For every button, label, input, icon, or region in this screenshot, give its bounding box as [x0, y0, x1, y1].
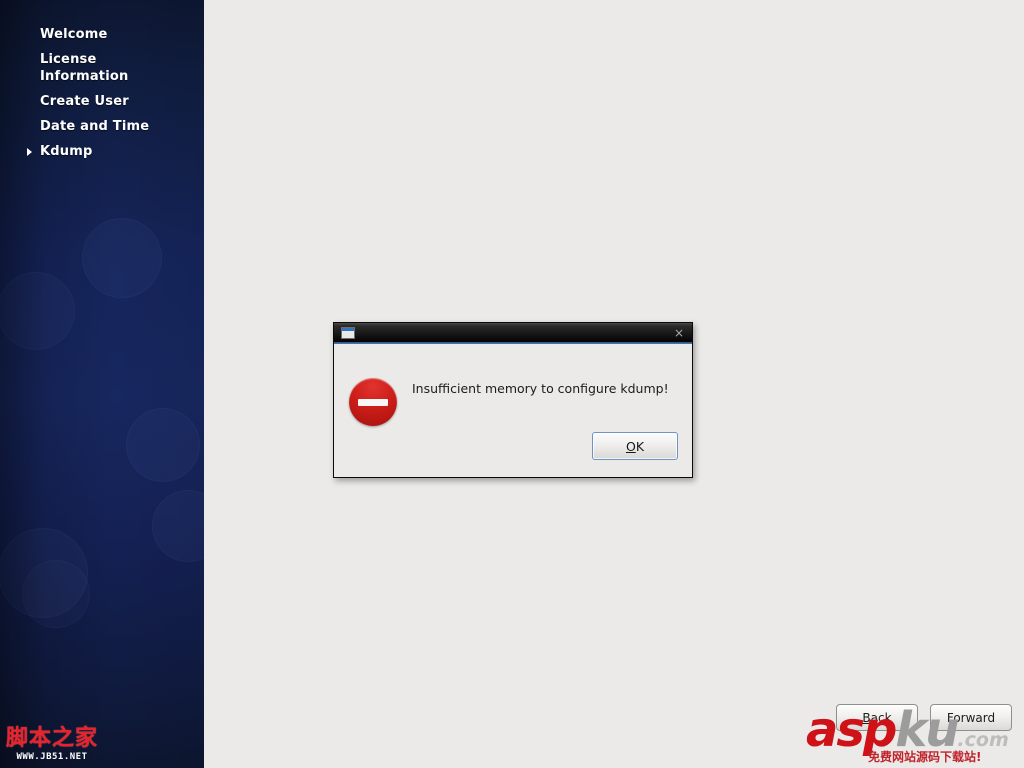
sidebar-item-label: License Information: [40, 52, 129, 84]
watermark-aspku-com: .com: [957, 729, 1009, 751]
watermark-jb51: 脚本之家 WWW.JB51.NET: [4, 728, 100, 762]
ok-button[interactable]: OK: [592, 432, 678, 460]
sidebar-item-label: Welcome: [40, 27, 108, 42]
window-icon: [341, 327, 355, 339]
back-button[interactable]: Back: [836, 704, 918, 731]
forward-button-label: Forward: [946, 710, 996, 725]
watermark-aspku-subtitle: 免费网站源码下载站!: [868, 750, 982, 764]
sidebar-item-kdump[interactable]: Kdump: [0, 141, 204, 162]
dialog-titlebar[interactable]: ×: [334, 323, 692, 344]
dialog-action-bar: OK: [592, 432, 678, 460]
decorative-bubble: [152, 490, 204, 562]
ok-button-mnemonic: O: [625, 438, 636, 454]
wizard-button-bar: Back Forward: [836, 704, 1012, 731]
installer-screen: Welcome License Information Create User …: [0, 0, 1024, 768]
ok-button-label: K: [635, 438, 645, 454]
decorative-bubble: [82, 218, 162, 298]
sidebar-item-label: Create User: [40, 94, 129, 109]
dialog-message: Insufficient memory to configure kdump!: [412, 381, 669, 396]
back-button-mnemonic: B: [862, 710, 871, 725]
sidebar-item-welcome[interactable]: Welcome: [0, 24, 204, 45]
close-icon[interactable]: ×: [666, 323, 692, 343]
dialog-body: Insufficient memory to configure kdump! …: [334, 344, 692, 476]
watermark-jb51-url: WWW.JB51.NET: [16, 752, 88, 762]
sidebar-item-create-user[interactable]: Create User: [0, 91, 204, 112]
error-dialog: × Insufficient memory to configure kdump…: [333, 322, 693, 478]
sidebar-item-label: Date and Time: [40, 119, 150, 134]
sidebar-item-label: Kdump: [40, 144, 93, 159]
sidebar-item-license-information[interactable]: License Information: [0, 49, 204, 87]
back-button-label: ack: [870, 710, 892, 725]
decorative-bubble: [22, 560, 90, 628]
error-icon: [349, 378, 397, 426]
decorative-bubble: [126, 408, 200, 482]
forward-button[interactable]: Forward: [930, 704, 1012, 731]
sidebar: Welcome License Information Create User …: [0, 0, 204, 768]
decorative-bubble: [0, 272, 75, 350]
current-step-arrow-icon: [27, 147, 32, 156]
watermark-jb51-title: 脚本之家: [5, 726, 98, 751]
installer-step-nav: Welcome License Information Create User …: [0, 0, 204, 166]
sidebar-item-date-and-time[interactable]: Date and Time: [0, 116, 204, 137]
